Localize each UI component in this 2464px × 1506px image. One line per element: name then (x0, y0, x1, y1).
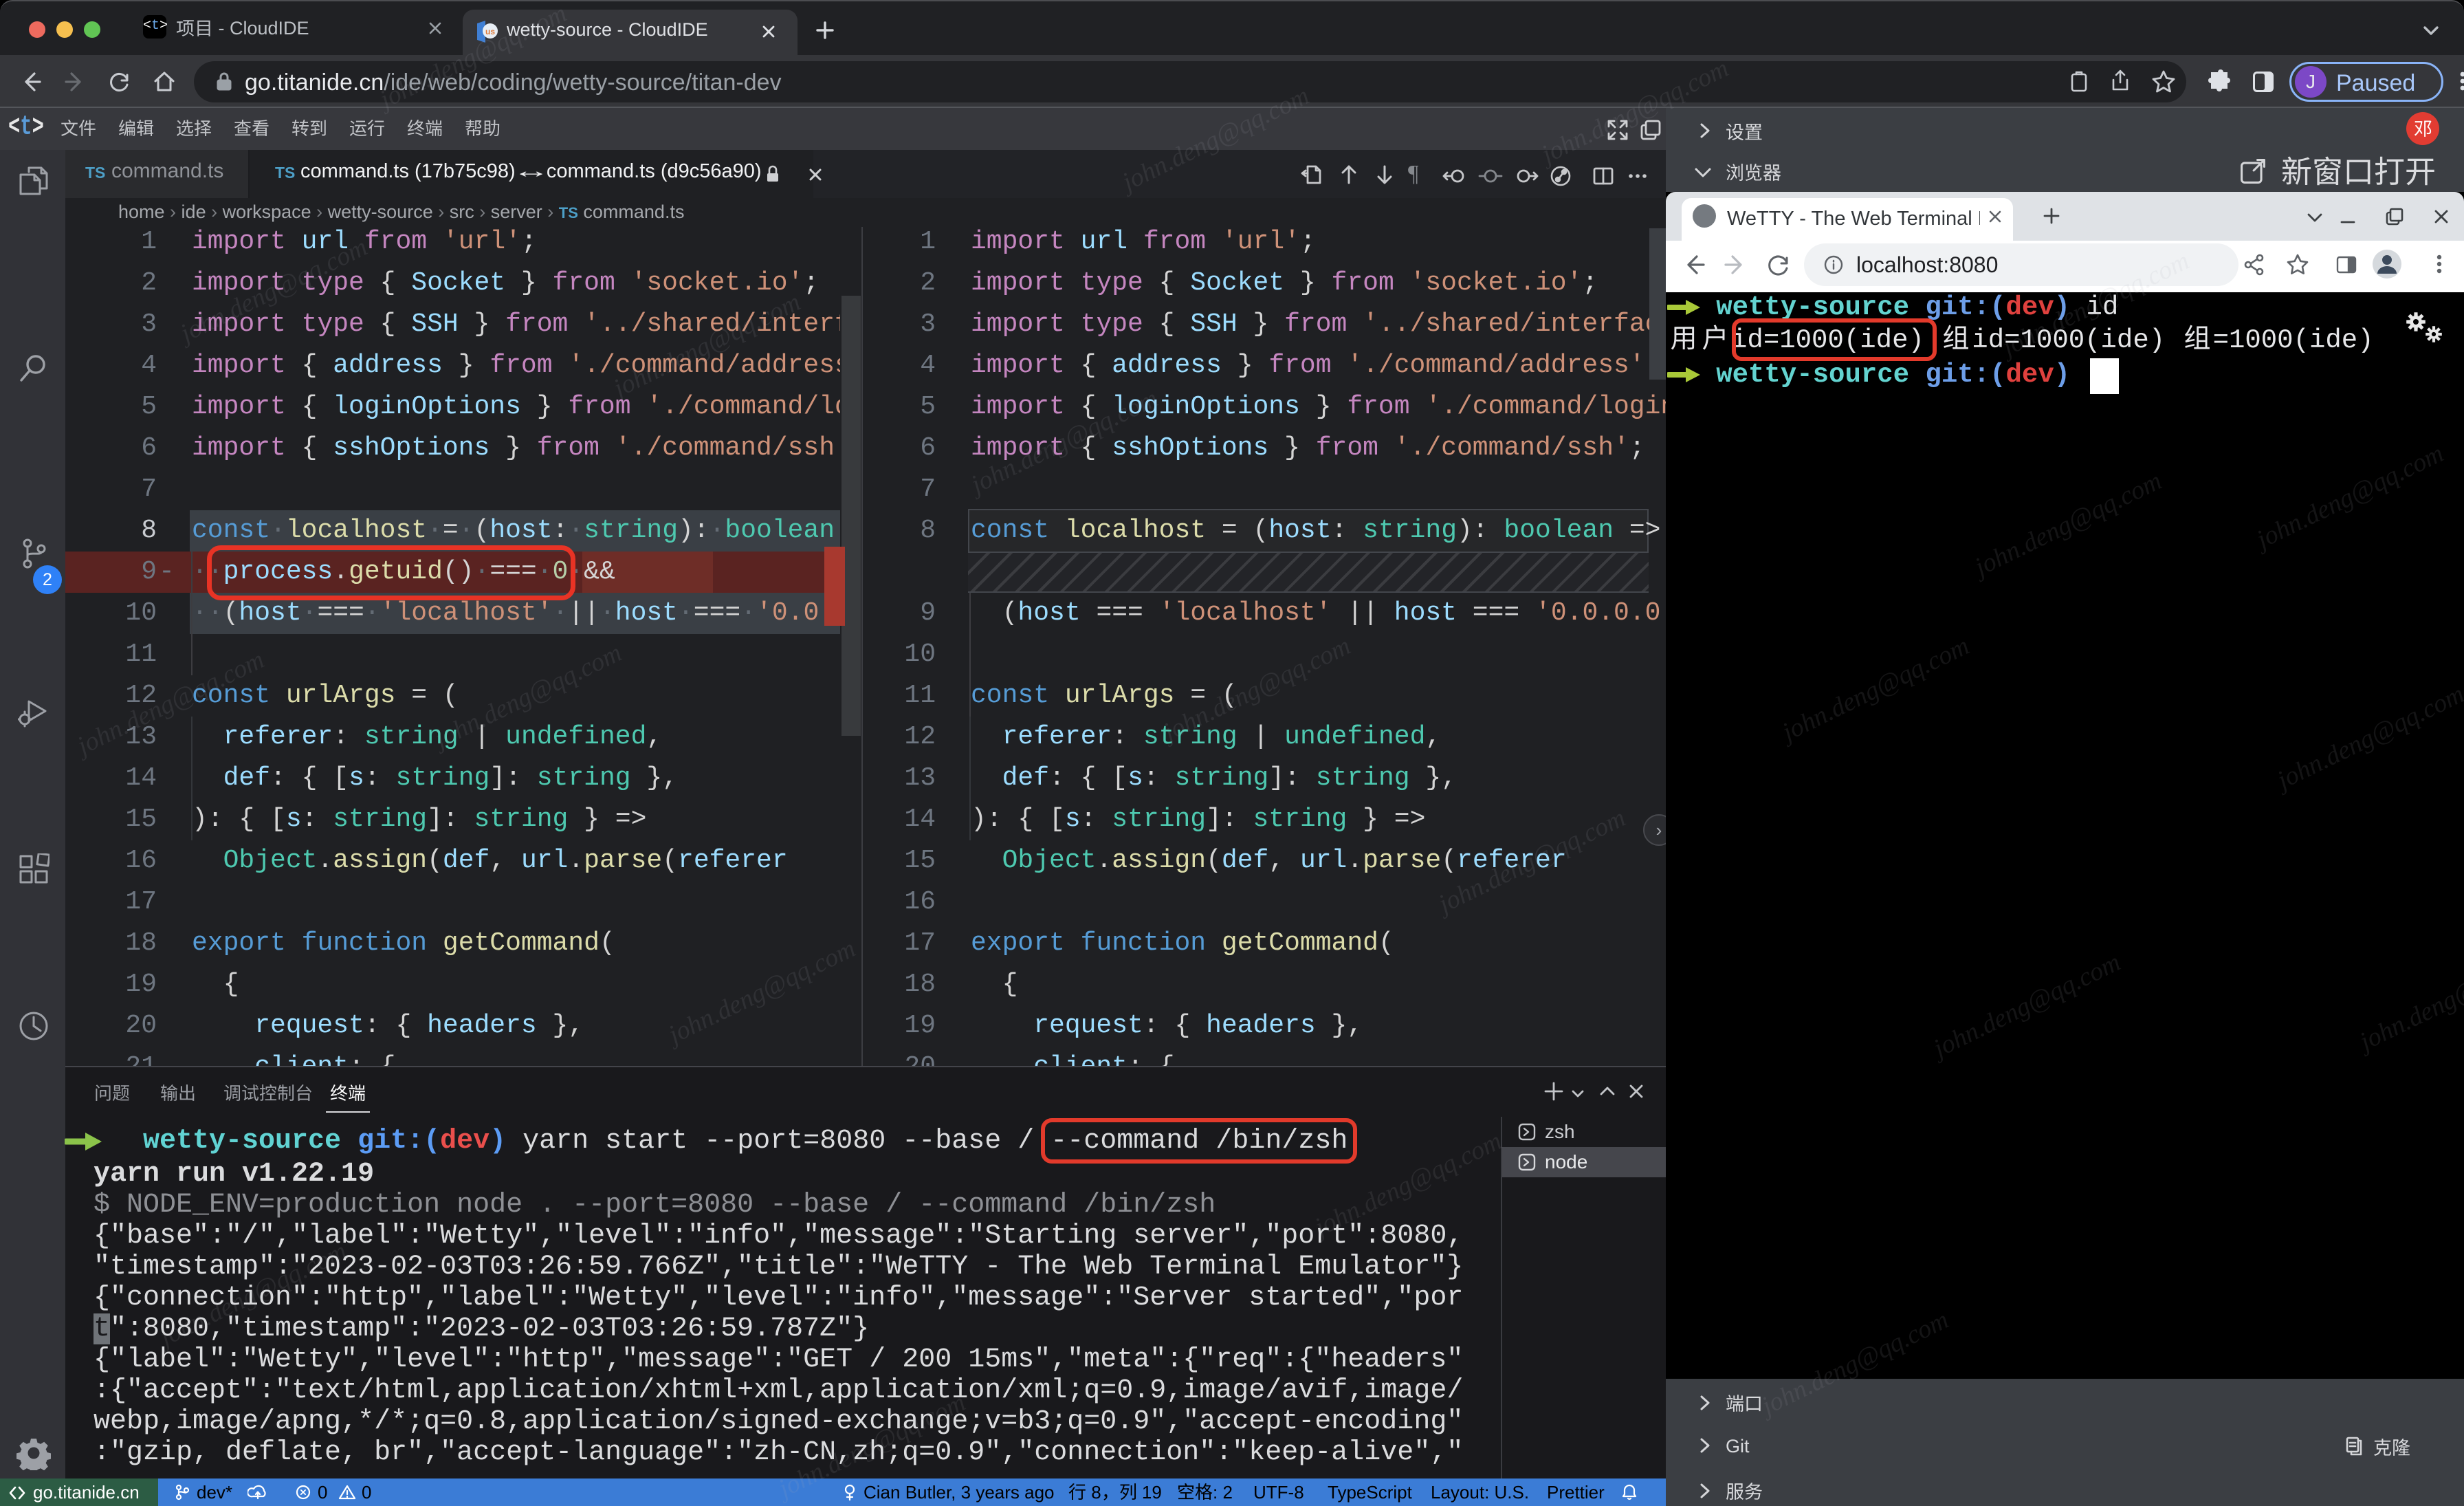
svg-text:us: us (485, 27, 495, 36)
